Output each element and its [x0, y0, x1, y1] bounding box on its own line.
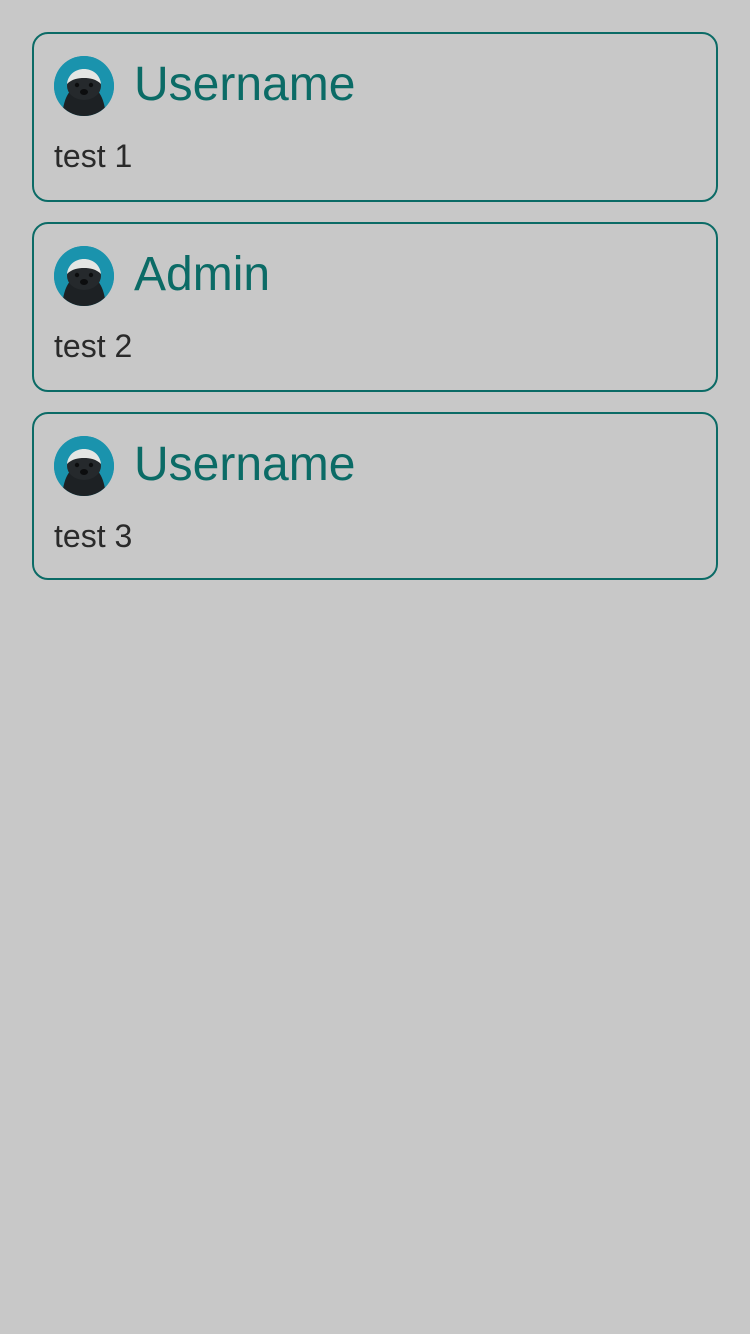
post-card[interactable]: Admin test 2: [32, 222, 718, 392]
post-message: test 3: [54, 518, 133, 554]
post-card[interactable]: Username test 1: [32, 32, 718, 202]
honey-badger-avatar-icon: [54, 246, 114, 306]
avatar[interactable]: [54, 436, 114, 496]
honey-badger-avatar-icon: [54, 56, 114, 116]
post-message: test 1: [54, 138, 133, 174]
post-username[interactable]: Username: [134, 58, 355, 112]
post-username[interactable]: Admin: [134, 248, 270, 302]
post-feed: Username test 1 Admin test 2 Username te…: [32, 32, 718, 600]
post-message: test 2: [54, 328, 133, 364]
post-username[interactable]: Username: [134, 438, 355, 492]
avatar[interactable]: [54, 56, 114, 116]
post-card[interactable]: Username test 3: [32, 412, 718, 580]
avatar[interactable]: [54, 246, 114, 306]
honey-badger-avatar-icon: [54, 436, 114, 496]
